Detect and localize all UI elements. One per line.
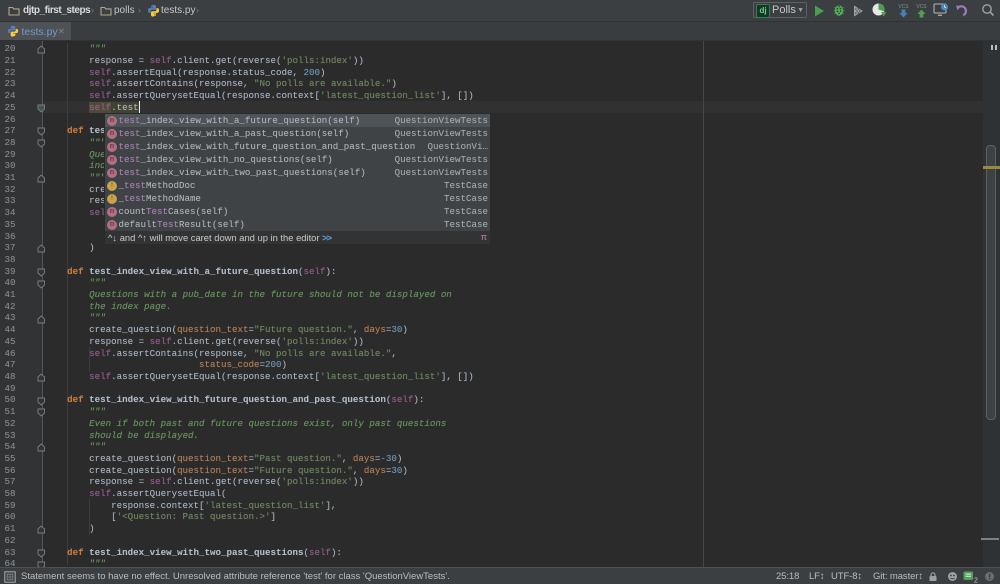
svg-text:VCS: VCS <box>898 4 909 10</box>
svg-text:VCS: VCS <box>916 4 927 10</box>
svg-text:2: 2 <box>974 578 978 584</box>
